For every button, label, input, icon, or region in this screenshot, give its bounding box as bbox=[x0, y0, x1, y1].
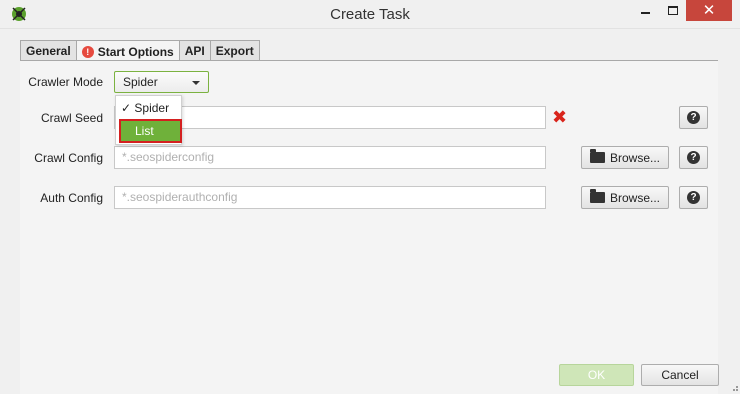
warning-icon: ! bbox=[81, 45, 94, 58]
crawl-config-input[interactable]: *.seospiderconfig bbox=[114, 146, 546, 169]
help-icon: ? bbox=[687, 111, 700, 124]
tab-label: General bbox=[26, 44, 71, 58]
browse-label: Browse... bbox=[609, 150, 660, 165]
dropdown-option-spider[interactable]: ✓ Spider bbox=[121, 101, 186, 115]
help-icon: ? bbox=[687, 151, 700, 164]
folder-icon bbox=[589, 189, 605, 203]
close-button[interactable]: ✕ bbox=[686, 0, 732, 21]
crawler-mode-label: Crawler Mode bbox=[28, 75, 103, 89]
ok-button[interactable]: OK bbox=[559, 364, 634, 386]
resize-grip-icon[interactable] bbox=[729, 382, 739, 392]
auth-config-label: Auth Config bbox=[40, 191, 103, 205]
crawl-config-label: Crawl Config bbox=[34, 151, 103, 165]
auth-config-browse-button[interactable]: Browse... bbox=[581, 186, 669, 209]
cancel-button[interactable]: Cancel bbox=[641, 364, 719, 386]
auth-config-help-button[interactable]: ? bbox=[679, 186, 708, 209]
title-bar: Create Task ✕ bbox=[0, 0, 740, 29]
help-icon: ? bbox=[687, 191, 700, 204]
close-icon: ✕ bbox=[702, 2, 716, 19]
crawl-seed-help-button[interactable]: ? bbox=[679, 106, 708, 129]
tab-api[interactable]: API bbox=[178, 40, 211, 61]
crawler-mode-value: Spider bbox=[123, 75, 158, 89]
minimize-icon bbox=[640, 12, 650, 15]
browse-label: Browse... bbox=[609, 190, 660, 205]
tab-general[interactable]: General bbox=[20, 40, 77, 61]
crawler-mode-select[interactable]: Spider bbox=[114, 71, 209, 93]
window-title: Create Task bbox=[330, 6, 410, 23]
tab-start-options[interactable]: ! Start Options bbox=[75, 40, 180, 62]
tab-label: API bbox=[184, 44, 205, 58]
crawl-config-browse-button[interactable]: Browse... bbox=[581, 146, 669, 169]
folder-icon bbox=[589, 149, 605, 163]
crawl-config-help-button[interactable]: ? bbox=[679, 146, 708, 169]
minimize-button[interactable] bbox=[632, 0, 658, 21]
crawler-mode-dropdown: ✓ Spider List bbox=[115, 95, 182, 145]
auth-config-input[interactable]: *.seospiderauthconfig bbox=[114, 186, 546, 209]
chevron-down-icon bbox=[192, 81, 200, 85]
maximize-button[interactable] bbox=[660, 0, 686, 21]
crawl-seed-label: Crawl Seed bbox=[40, 111, 103, 125]
red-x-icon: ✖ bbox=[552, 107, 568, 127]
maximize-icon bbox=[668, 5, 678, 15]
tab-label: Export bbox=[215, 44, 254, 58]
tab-bar: General ! Start Options API Export bbox=[20, 40, 260, 62]
tab-label: Start Options bbox=[97, 44, 174, 59]
dropdown-option-list[interactable]: List bbox=[119, 119, 182, 143]
tab-export[interactable]: Export bbox=[209, 40, 260, 61]
